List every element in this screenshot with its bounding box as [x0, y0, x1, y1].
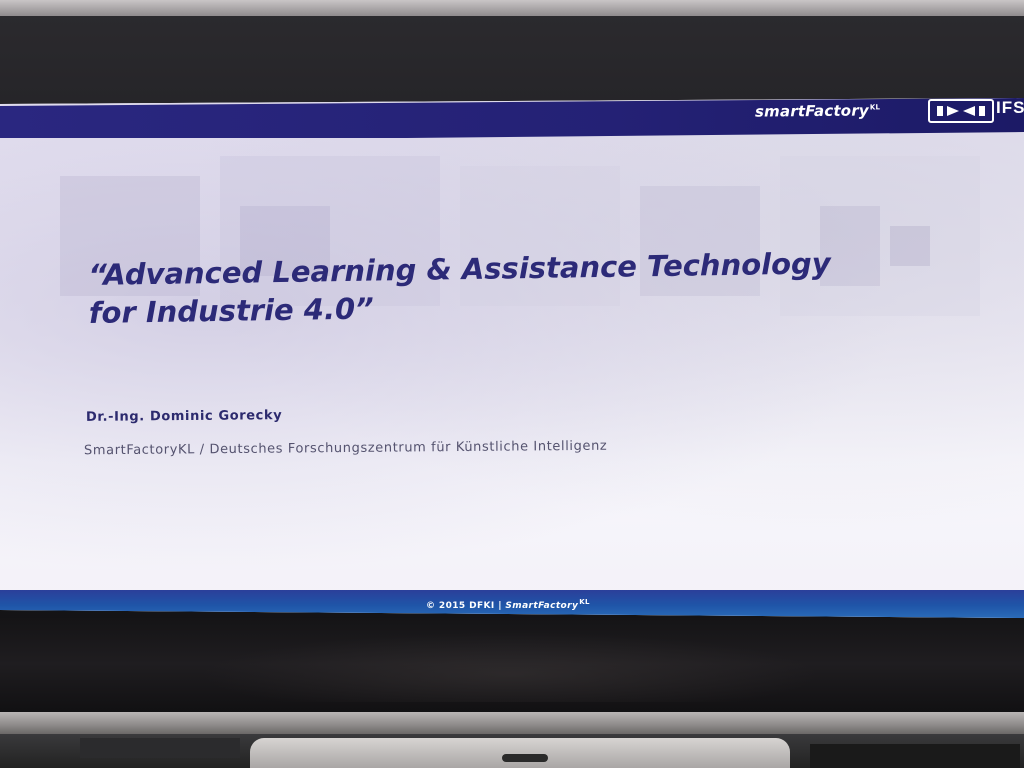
- slide-author: Dr.-Ing. Dominic Gorecky: [85, 408, 283, 425]
- footer-brand-sup: KL: [579, 598, 590, 606]
- slide-footer: © 2015 DFKI | SmartFactoryKL: [426, 598, 590, 611]
- footer-copyright: © 2015 DFKI |: [426, 601, 506, 611]
- tv-stand-notch: [502, 754, 548, 762]
- smartfactory-logo: smartFactoryKL: [755, 101, 880, 120]
- smartfactory-logo-sup: KL: [869, 103, 881, 112]
- dfki-logo: [928, 99, 994, 123]
- smartfactory-logo-text: smartFactory: [754, 101, 869, 121]
- tv-screen: smartFactoryKL IFS “Advanced Learning & …: [0, 98, 1024, 618]
- ifs-logo-text: IFS: [996, 98, 1024, 117]
- tv-top-edge: [0, 0, 1024, 16]
- photo-scene: smartFactoryKL IFS “Advanced Learning & …: [0, 0, 1024, 768]
- tv-stand-rail: [0, 712, 1024, 734]
- equipment-right: [810, 744, 1020, 768]
- slide-title: “Advanced Learning & Assistance Technolo…: [88, 242, 989, 332]
- tv-stand-foot: [250, 738, 790, 768]
- footer-brand: SmartFactory: [505, 601, 579, 611]
- equipment-left: [80, 738, 240, 758]
- screen-reflection: [200, 632, 820, 702]
